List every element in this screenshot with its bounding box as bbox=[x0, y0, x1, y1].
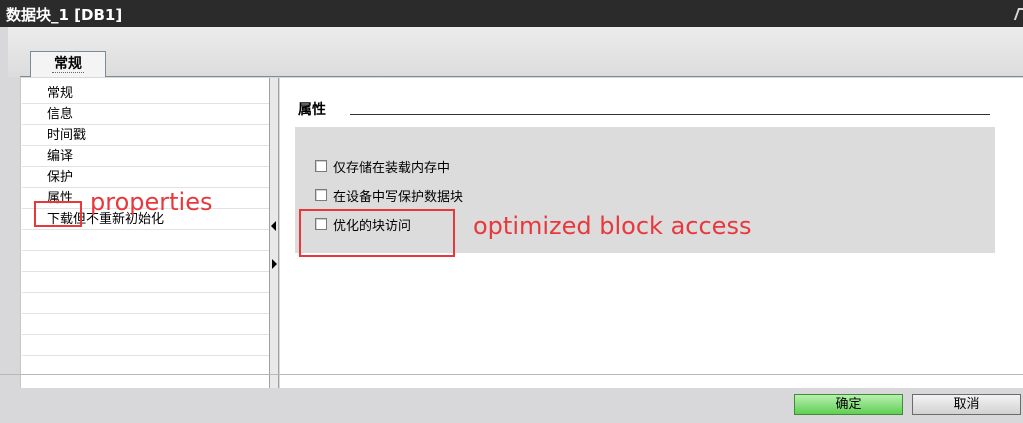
collapse-left-icon[interactable] bbox=[271, 221, 276, 231]
nav-divider bbox=[22, 292, 271, 293]
window-title: 数据块_1 [DB1] bbox=[6, 6, 123, 24]
option-write-protect[interactable]: 在设备中写保护数据块 bbox=[315, 185, 463, 205]
ok-button[interactable]: 确定 bbox=[794, 394, 903, 415]
nav-divider bbox=[22, 229, 271, 230]
nav-divider bbox=[22, 166, 271, 167]
expand-right-icon[interactable] bbox=[272, 259, 277, 269]
checkbox-load-memory-only[interactable] bbox=[315, 160, 327, 172]
option-load-memory-only[interactable]: 仅存储在装载内存中 bbox=[315, 156, 450, 176]
annotation-properties: properties bbox=[90, 188, 213, 216]
close-icon[interactable] bbox=[1013, 8, 1023, 20]
nav-divider bbox=[22, 334, 271, 335]
checkbox-write-protect[interactable] bbox=[315, 189, 327, 201]
tab-general[interactable]: 常规 bbox=[30, 51, 106, 77]
nav-divider bbox=[22, 124, 271, 125]
option-label: 仅存储在装载内存中 bbox=[333, 160, 451, 176]
panel-splitter[interactable] bbox=[269, 78, 279, 388]
nav-divider bbox=[22, 145, 271, 146]
title-bar: 数据块_1 [DB1] bbox=[0, 0, 1023, 27]
nav-divider bbox=[22, 250, 271, 251]
nav-item-general[interactable]: 常规 bbox=[47, 85, 73, 102]
nav-item-protection[interactable]: 保护 bbox=[47, 169, 73, 186]
footer-divider bbox=[0, 374, 1023, 375]
section-title: 属性 bbox=[298, 102, 326, 118]
tab-divider bbox=[20, 76, 1023, 77]
tab-strip bbox=[8, 27, 1023, 77]
highlight-box-optimized bbox=[299, 209, 455, 257]
nav-item-compile[interactable]: 编译 bbox=[47, 148, 73, 165]
nav-divider bbox=[22, 313, 271, 314]
highlight-box-attributes bbox=[34, 201, 82, 227]
nav-item-timestamp[interactable]: 时间戳 bbox=[47, 127, 86, 144]
annotation-optimized: optimized block access bbox=[473, 212, 752, 240]
option-label: 在设备中写保护数据块 bbox=[333, 189, 464, 205]
nav-item-info[interactable]: 信息 bbox=[47, 106, 73, 123]
nav-divider bbox=[22, 355, 271, 356]
nav-panel: 常规 信息 时间戳 编译 保护 属性 下载但不重新初始化 bbox=[20, 78, 271, 388]
tab-general-label: 常规 bbox=[52, 56, 84, 73]
nav-divider bbox=[22, 103, 271, 104]
nav-divider bbox=[22, 271, 271, 272]
section-divider bbox=[350, 114, 990, 115]
cancel-button[interactable]: 取消 bbox=[912, 394, 1021, 415]
